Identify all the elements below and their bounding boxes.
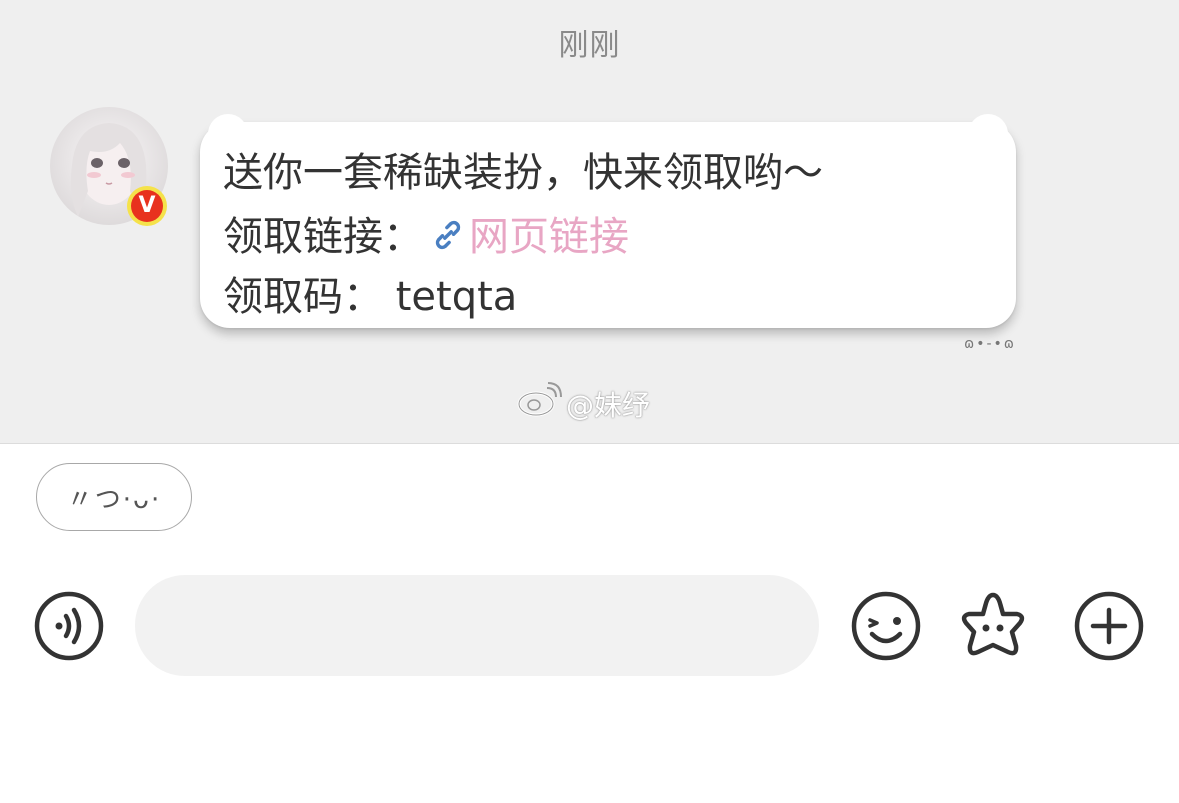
message-bubble[interactable]: 送你一套稀缺装扮，快来领取哟～ 领取链接： 网页链接 领取码： tetqta (200, 114, 1016, 328)
chat-area: 刚刚 V 送你一套稀缺装扮，快来领取哟～ 领取链接： 网页链接 领取码： tetq… (0, 0, 1179, 444)
watermark-text: @妹纾 (566, 388, 651, 422)
voice-icon[interactable] (33, 590, 105, 662)
link-prefix-label: 领取链接： (223, 214, 423, 260)
web-link[interactable]: 网页链接 (469, 214, 629, 260)
message-text-line-3: 领取码： tetqta (223, 274, 518, 320)
message-text-line-2: 领取链接： 网页链接 (223, 204, 629, 264)
bubble-decoration: ɷ•-•ɷ (964, 336, 1016, 352)
link-icon[interactable] (429, 216, 467, 264)
verified-badge: V (127, 186, 167, 226)
message-text-line-1: 送你一套稀缺装扮，快来领取哟～ (223, 150, 823, 196)
watermark: @妹纾 (516, 382, 650, 425)
message-input[interactable] (135, 575, 819, 676)
plus-circle-icon[interactable] (1073, 590, 1145, 662)
message-timestamp: 刚刚 (558, 28, 621, 63)
emoji-icon[interactable] (850, 590, 922, 662)
verified-badge-label: V (131, 190, 163, 222)
quick-reply-chip[interactable]: 〃つ·ᴗ· (36, 463, 192, 531)
weibo-logo-icon (516, 382, 566, 425)
star-sticker-icon[interactable] (957, 590, 1029, 662)
bubble-ear-right (968, 114, 1008, 154)
